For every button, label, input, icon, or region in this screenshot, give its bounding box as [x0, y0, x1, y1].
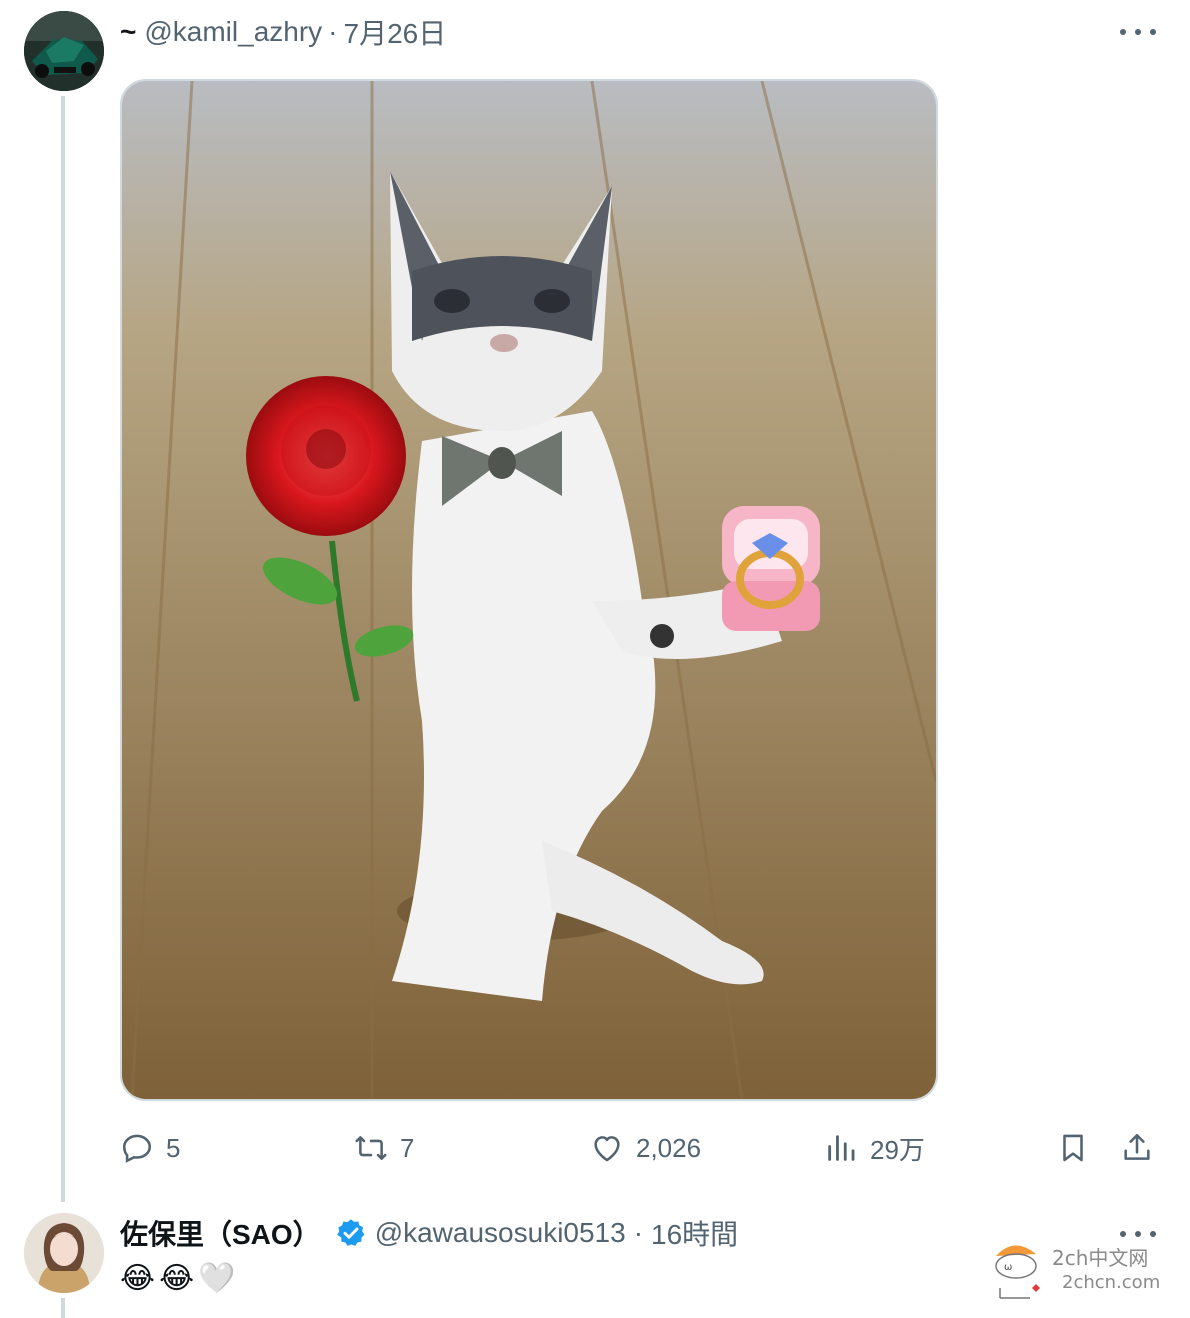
thread-connector-line: [61, 96, 65, 1202]
heart-icon: [594, 1136, 620, 1162]
reply-icon: [122, 1134, 152, 1163]
like-button[interactable]: 2,026: [590, 1124, 701, 1172]
reply-tweet-header: 佐保里（SAO） @kawausosuki0513 · 16時間: [120, 1214, 738, 1252]
retweet-count: 7: [400, 1132, 415, 1163]
share-button[interactable]: [1120, 1124, 1154, 1172]
views-count: 29万: [870, 1134, 925, 1165]
svg-text:ω: ω: [1004, 1262, 1012, 1273]
tweet-media-image[interactable]: [120, 79, 938, 1101]
watermark-line1: 2ch中文网: [1052, 1246, 1149, 1270]
retweet-icon: [355, 1136, 387, 1160]
share-icon: [1124, 1133, 1150, 1160]
user-handle[interactable]: @kawausosuki0513: [375, 1217, 626, 1249]
display-name[interactable]: 佐保里（SAO）: [120, 1213, 321, 1253]
reply-count: 5: [166, 1132, 181, 1163]
more-dots-icon[interactable]: [1120, 22, 1156, 42]
emoji-laughing-crying: 😂: [120, 1261, 156, 1295]
watermark-line2: 2chcn.com: [1062, 1272, 1161, 1293]
avatar-image: [24, 1213, 104, 1293]
reply-button[interactable]: 5: [120, 1124, 180, 1172]
retweet-button[interactable]: 7: [354, 1124, 414, 1172]
avatar[interactable]: [24, 1213, 104, 1293]
emoji-laughing-crying: 😂: [159, 1261, 195, 1295]
avatar-image: [24, 11, 104, 91]
cat-with-rose-and-ring-image: [122, 81, 936, 1099]
thread-connector-line-bottom: [61, 1298, 65, 1318]
emoji-white-heart: 🤍: [198, 1261, 236, 1295]
tweet-date[interactable]: 7月26日: [344, 12, 447, 52]
separator-dot: ·: [328, 16, 338, 47]
mascot-logo-icon: ω: [995, 1245, 1040, 1299]
separator-dot: ·: [633, 1217, 644, 1248]
tweet-header: ~ @kamil_azhry · 7月26日: [120, 14, 446, 50]
verified-badge-icon: [336, 1219, 365, 1246]
tweet-action-bar: 5 7 2,026 29万: [120, 1124, 1160, 1172]
reply-tweet-text: 😂 😂 🤍: [120, 1258, 235, 1298]
user-handle[interactable]: @kamil_azhry: [144, 16, 322, 48]
bookmark-icon: [1063, 1134, 1083, 1162]
tweet-time[interactable]: 16時間: [651, 1213, 738, 1253]
bookmark-button[interactable]: [1056, 1124, 1090, 1172]
views-chart-icon: [828, 1135, 855, 1161]
avatar[interactable]: [24, 11, 104, 91]
views-button[interactable]: 29万: [824, 1124, 925, 1172]
display-name[interactable]: ~: [120, 16, 136, 48]
like-count: 2,026: [636, 1132, 702, 1163]
site-watermark: ω 2ch中文网 2chcn.com: [990, 1236, 1160, 1306]
